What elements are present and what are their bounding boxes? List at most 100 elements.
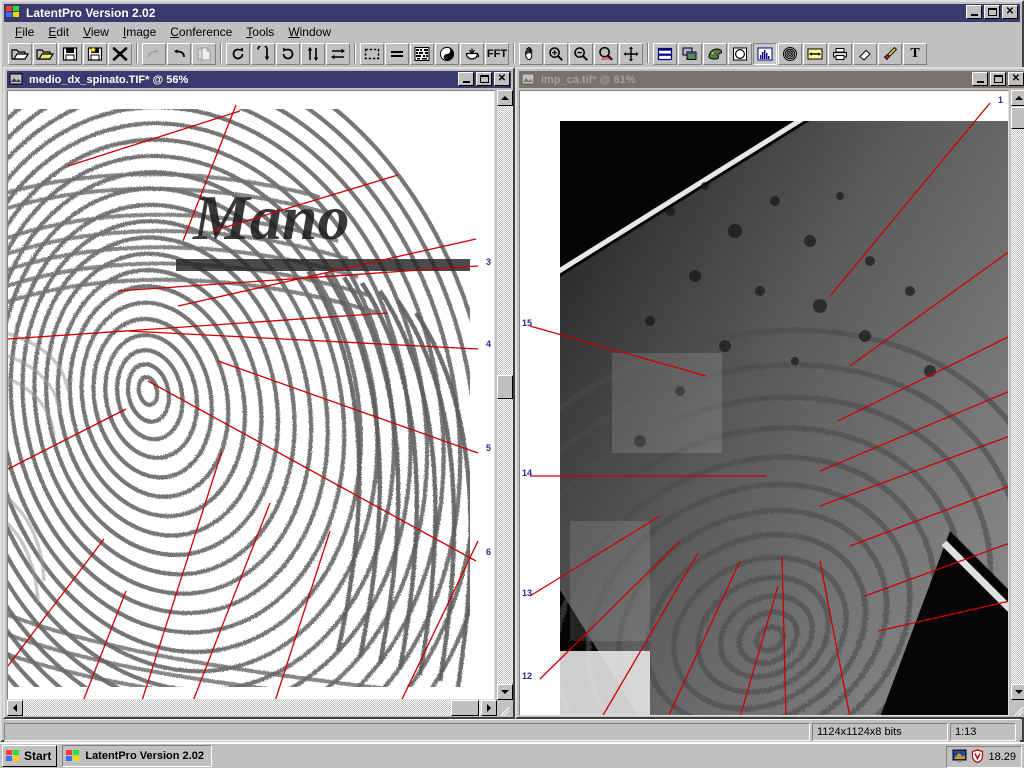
taskbar: Start LatentPro Version 2.02 18.29: [0, 742, 1024, 768]
image-document-icon: [9, 73, 25, 87]
start-button[interactable]: Start: [2, 745, 58, 767]
menu-file[interactable]: File: [8, 24, 41, 40]
close-icon[interactable]: [108, 43, 132, 65]
left-window-vscrollbar[interactable]: [497, 90, 513, 700]
toolbar-group-navigate: 100: [519, 43, 644, 65]
zoom-in-icon[interactable]: [544, 43, 568, 65]
minimize-button[interactable]: [458, 72, 474, 86]
marquee-select-icon[interactable]: [360, 43, 384, 65]
zoom-out-icon[interactable]: [569, 43, 593, 65]
menu-window[interactable]: Window: [281, 24, 338, 40]
image-canvas-right[interactable]: 1 15 14 13 12: [519, 90, 1009, 716]
scroll-left-button[interactable]: [7, 700, 23, 716]
image-window-left-title-bar[interactable]: medio_dx_spinato.TIF* @ 56% ✕: [7, 71, 511, 88]
eraser-icon[interactable]: [853, 43, 877, 65]
antivirus-shield-icon[interactable]: [971, 748, 984, 766]
filter-matrix-icon[interactable]: [410, 43, 434, 65]
image-canvas-left[interactable]: Mano 3 4 5 6: [7, 90, 495, 700]
taskbar-item-latentpro[interactable]: LatentPro Version 2.02: [62, 745, 213, 767]
maximize-button[interactable]: [990, 72, 1006, 86]
rotate-hook-icon[interactable]: [251, 43, 275, 65]
chevron-up-icon: [501, 96, 509, 100]
image-window-right[interactable]: imp_ca.tif* @ 61% ✕ 1 15 14 13 12: [515, 67, 1024, 719]
menu-edit[interactable]: Edit: [41, 24, 76, 40]
right-window-vscrollbar[interactable]: [1011, 90, 1024, 716]
status-bar: 1124x1124x8 bits 1:13: [4, 722, 1020, 742]
undo-icon[interactable]: [167, 43, 191, 65]
cascade-windows-icon[interactable]: [678, 43, 702, 65]
system-tray: 18.29: [946, 746, 1022, 768]
image-window-left[interactable]: medio_dx_spinato.TIF* @ 56% ✕ Mano 3 4 5…: [3, 67, 515, 719]
fingerprint-icon[interactable]: [778, 43, 802, 65]
toolbar-separator: [351, 43, 360, 65]
equalize-icon[interactable]: [385, 43, 409, 65]
fft-icon[interactable]: FFT: [485, 43, 509, 65]
minimize-button[interactable]: [966, 5, 982, 19]
flip-vertical-icon[interactable]: [301, 43, 325, 65]
app-logo-icon[interactable]: [6, 6, 22, 20]
image-window-left-title: medio_dx_spinato.TIF* @ 56%: [29, 73, 189, 86]
image-window-right-title-bar[interactable]: imp_ca.tif* @ 61% ✕: [519, 71, 1024, 88]
rotate-left-icon[interactable]: [276, 43, 300, 65]
hscroll-thumb[interactable]: [451, 700, 479, 716]
image-window-right-controls: ✕: [972, 72, 1024, 86]
open-icon[interactable]: [8, 43, 32, 65]
pan-hand-icon[interactable]: [519, 43, 543, 65]
scroll-down-button[interactable]: [1011, 684, 1024, 700]
resize-grip[interactable]: [497, 700, 513, 716]
close-button[interactable]: ✕: [1008, 72, 1024, 86]
minutiae-label-3: 3: [486, 257, 492, 267]
desktop: LatentPro Version 2.02 ✕ File Edit View …: [0, 0, 1024, 768]
tile-windows-icon[interactable]: [653, 43, 677, 65]
sun-circle-icon[interactable]: [728, 43, 752, 65]
resize-grip[interactable]: [1011, 700, 1024, 716]
minimize-button[interactable]: [972, 72, 988, 86]
fft-label: FFT: [486, 48, 508, 60]
yin-yang-icon[interactable]: [435, 43, 459, 65]
scroll-up-button[interactable]: [1011, 90, 1024, 106]
zoom-100-icon[interactable]: 100: [594, 43, 618, 65]
menu-tools[interactable]: Tools: [239, 24, 281, 40]
save-icon[interactable]: [58, 43, 82, 65]
display-settings-icon[interactable]: [952, 749, 967, 766]
vscroll-thumb[interactable]: [497, 375, 513, 399]
open-recent-icon[interactable]: [33, 43, 57, 65]
printer-icon[interactable]: [828, 43, 852, 65]
minutiae-label-14: 14: [522, 468, 533, 478]
close-button[interactable]: ✕: [494, 72, 510, 86]
menu-image[interactable]: Image: [116, 24, 163, 40]
menu-view[interactable]: View: [76, 24, 116, 40]
window-controls: ✕: [966, 5, 1018, 19]
paint-brush-icon[interactable]: [878, 43, 902, 65]
scroll-down-button[interactable]: [497, 684, 513, 700]
toolbar-separator: [133, 43, 142, 65]
clock[interactable]: 18.29: [988, 751, 1016, 763]
flip-horizontal-icon[interactable]: [326, 43, 350, 65]
toolbar-separator: [644, 43, 653, 65]
menu-conference[interactable]: Conference: [163, 24, 239, 40]
toolbar-group-view: T: [653, 43, 928, 65]
threshold-icon[interactable]: [460, 43, 484, 65]
status-message: [4, 723, 810, 741]
vscroll-thumb[interactable]: [1011, 107, 1024, 129]
histogram-icon[interactable]: [753, 43, 777, 65]
left-window-hscrollbar[interactable]: [7, 700, 497, 716]
save-as-icon[interactable]: [83, 43, 107, 65]
move-icon[interactable]: [619, 43, 643, 65]
restore-button[interactable]: [984, 5, 1000, 19]
minutiae-label-1: 1: [998, 95, 1004, 105]
scroll-up-button[interactable]: [497, 90, 513, 106]
text-tool-icon[interactable]: T: [903, 43, 927, 65]
rotate-right-icon[interactable]: [226, 43, 250, 65]
image-window-right-title: imp_ca.tif* @ 61%: [541, 73, 636, 86]
palette-icon[interactable]: [703, 43, 727, 65]
scroll-right-button[interactable]: [481, 700, 497, 716]
close-button[interactable]: ✕: [1002, 5, 1018, 19]
redo-icon[interactable]: [142, 43, 166, 65]
compare-arrows-icon[interactable]: [803, 43, 827, 65]
copy-page-icon[interactable]: [192, 43, 216, 65]
menu-view-rest: iew: [90, 24, 109, 39]
maximize-button[interactable]: [476, 72, 492, 86]
menu-window-rest: indow: [299, 24, 331, 39]
svg-text:Mano: Mano: [192, 182, 350, 253]
